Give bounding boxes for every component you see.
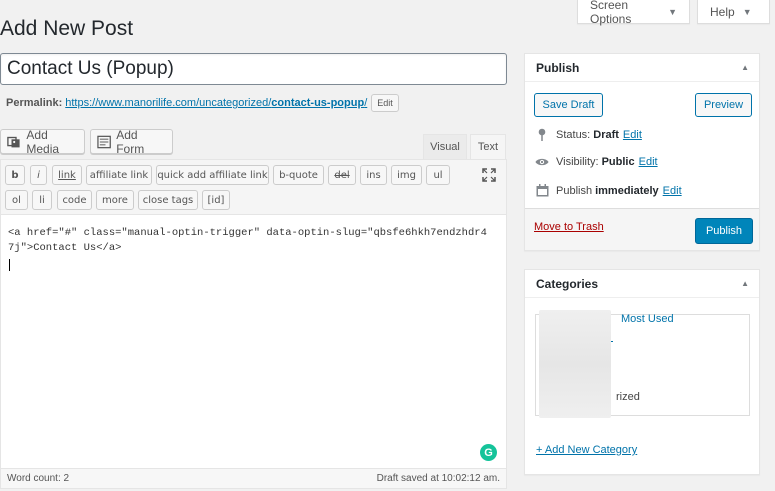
publish-button[interactable]: Publish bbox=[695, 218, 753, 244]
publish-box-header[interactable]: Publish ▲ bbox=[525, 54, 759, 82]
category-tab-marker bbox=[611, 341, 613, 342]
media-icon bbox=[7, 136, 20, 147]
preview-button[interactable]: Preview bbox=[695, 93, 752, 117]
visibility-edit-link[interactable]: Edit bbox=[639, 156, 658, 168]
caret-down-icon: ▼ bbox=[742, 6, 752, 17]
qt-close-tags-button[interactable]: close tags bbox=[138, 190, 198, 210]
pin-icon bbox=[535, 128, 549, 141]
permalink-row: Permalink: https://www.manorilife.com/un… bbox=[6, 94, 399, 112]
status-value: Draft bbox=[593, 128, 619, 141]
publish-box: Publish ▲ Save Draft Preview Status: Dra… bbox=[524, 53, 760, 251]
word-count: Word count: 2 bbox=[7, 473, 70, 484]
fullscreen-icon[interactable] bbox=[482, 168, 496, 185]
categories-box-title: Categories bbox=[536, 276, 599, 291]
tab-text[interactable]: Text bbox=[470, 134, 506, 159]
status-label: Status: bbox=[556, 128, 591, 141]
schedule-row: Publish immediately Edit bbox=[535, 184, 682, 197]
qt-id-button[interactable]: [id] bbox=[202, 190, 230, 210]
tab-most-used[interactable]: Most Used bbox=[621, 313, 674, 325]
move-to-trash-link[interactable]: Move to Trash bbox=[534, 221, 604, 233]
status-row: Status: Draft Edit bbox=[535, 128, 642, 141]
screen-options-button[interactable]: Screen Options ▼ bbox=[577, 0, 690, 26]
qt-link-button[interactable]: link bbox=[52, 165, 82, 185]
permalink-edit-button[interactable]: Edit bbox=[371, 94, 399, 112]
qt-img-button[interactable]: img bbox=[391, 165, 422, 185]
qt-affiliate-link-button[interactable]: affiliate link bbox=[86, 165, 152, 185]
visibility-label: Visibility: bbox=[556, 156, 599, 168]
visibility-row: Visibility: Public Edit bbox=[535, 156, 658, 168]
publish-actions: Move to Trash Publish bbox=[525, 208, 759, 250]
caret-down-icon: ▼ bbox=[668, 6, 677, 17]
calendar-icon bbox=[535, 184, 549, 197]
save-draft-button[interactable]: Save Draft bbox=[534, 93, 603, 117]
permalink-base: https://www.manorilife.com/uncategorized… bbox=[65, 97, 272, 109]
post-title-input[interactable]: Contact Us (Popup) bbox=[0, 53, 507, 85]
add-form-button[interactable]: Add Form bbox=[90, 127, 173, 156]
qt-li-button[interactable]: li bbox=[32, 190, 52, 210]
publish-label: Publish bbox=[556, 184, 593, 197]
permalink-label: Permalink: bbox=[6, 97, 63, 109]
qt-ul-button[interactable]: ul bbox=[426, 165, 450, 185]
draft-saved-status: Draft saved at 10:02:12 am. bbox=[376, 473, 500, 484]
add-media-button[interactable]: Add Media bbox=[0, 127, 85, 156]
add-form-label: Add Form bbox=[116, 127, 145, 156]
qt-bold-button[interactable]: b bbox=[5, 165, 25, 185]
permalink-slug: contact-us-popup bbox=[271, 97, 365, 109]
qt-bquote-button[interactable]: b-quote bbox=[273, 165, 324, 185]
qt-more-button[interactable]: more bbox=[96, 190, 134, 210]
permalink-link[interactable]: https://www.manorilife.com/uncategorized… bbox=[65, 97, 367, 109]
permalink-suffix: / bbox=[364, 97, 368, 109]
add-media-label: Add Media bbox=[26, 127, 60, 156]
tab-visual[interactable]: Visual bbox=[423, 134, 467, 159]
publish-box-title: Publish bbox=[536, 60, 580, 75]
redacted-category-area bbox=[539, 310, 611, 418]
quicktags-toolbar: b i link affiliate link quick add affili… bbox=[1, 160, 506, 215]
qt-quick-add-affiliate-link-button[interactable]: quick add affiliate link bbox=[156, 165, 269, 185]
editor-status-bar: Word count: 2 Draft saved at 10:02:12 am… bbox=[1, 468, 506, 488]
qt-italic-button[interactable]: i bbox=[30, 165, 47, 185]
form-icon bbox=[97, 135, 111, 148]
categories-box-header[interactable]: Categories ▲ bbox=[525, 270, 759, 298]
collapse-icon[interactable]: ▲ bbox=[741, 279, 749, 288]
page-title: Add New Post bbox=[0, 17, 134, 40]
collapse-icon[interactable]: ▲ bbox=[741, 63, 749, 72]
eye-icon bbox=[535, 157, 549, 167]
visibility-value: Public bbox=[601, 156, 635, 168]
schedule-edit-link[interactable]: Edit bbox=[663, 185, 682, 197]
text-cursor bbox=[9, 259, 10, 271]
qt-del-button[interactable]: del bbox=[328, 165, 356, 185]
help-label: Help bbox=[710, 4, 735, 19]
qt-code-button[interactable]: code bbox=[57, 190, 92, 210]
categories-box: Categories ▲ rized Most Used + Add New C… bbox=[524, 269, 760, 475]
status-edit-link[interactable]: Edit bbox=[623, 129, 642, 141]
publish-value: immediately bbox=[595, 184, 659, 197]
add-new-category-link[interactable]: + Add New Category bbox=[536, 444, 637, 456]
qt-ol-button[interactable]: ol bbox=[5, 190, 28, 210]
qt-ins-button[interactable]: ins bbox=[360, 165, 387, 185]
category-item-partial: rized bbox=[616, 391, 640, 403]
editor-container: b i link affiliate link quick add affili… bbox=[0, 159, 507, 489]
screen-options-label: Screen Options bbox=[590, 0, 632, 26]
help-button[interactable]: Help ▼ bbox=[697, 0, 770, 24]
grammarly-icon[interactable]: G bbox=[480, 444, 497, 461]
editor-textarea[interactable]: <a href="#" class="manual-optin-trigger"… bbox=[8, 226, 488, 256]
